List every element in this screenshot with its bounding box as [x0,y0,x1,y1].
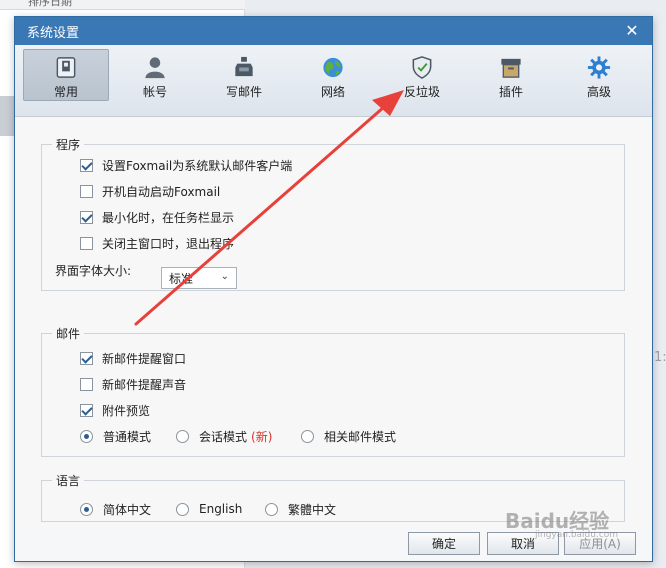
watermark-subtext: jingyan.baidu.com [535,530,619,540]
program-group: 程序 设置Foxmail为系统默认邮件客户端 开机自动启动Foxmail 最小化… [41,136,625,291]
minimize-taskbar-label: 最小化时，在任务栏显示 [102,210,235,225]
tab-network-label: 网络 [320,85,345,99]
advanced-gear-icon [587,56,611,79]
watermark-logo: Baidu经验 jingyan.baidu.com [505,505,655,545]
tab-advanced[interactable]: 高级 [556,50,642,100]
general-settings-icon [56,57,76,78]
font-size-row: 界面字体大小: [55,261,131,279]
option-attachment-preview[interactable]: 附件预览 [80,401,150,419]
mode-normal[interactable]: 普通模式 [80,427,151,445]
background-sort-label: 排序日期 [28,0,72,8]
settings-category-toolbar: 常用 帐号 写邮件 网络 反垃圾 插件 高级 [15,45,652,117]
mode-conversation[interactable]: 会话模式 (新) [176,427,272,445]
lang-traditional-label: 繁體中文 [288,502,337,517]
lang-traditional[interactable]: 繁體中文 [265,500,336,518]
tab-compose-label: 写邮件 [225,85,262,99]
autostart-label: 开机自动启动Foxmail [102,184,221,199]
mode-normal-radio[interactable] [80,429,93,443]
option-new-mail-sound[interactable]: 新邮件提醒声音 [80,375,186,393]
chevron-down-icon: ⌄ [220,271,229,282]
attachment-preview-label: 附件预览 [102,403,151,418]
tab-account[interactable]: 帐号 [112,50,198,100]
option-default-client[interactable]: 设置Foxmail为系统默认邮件客户端 [80,156,292,174]
language-group-title: 语言 [52,472,85,489]
autostart-checkbox[interactable] [80,184,93,198]
lang-simplified-radio[interactable] [80,502,93,516]
settings-content: 程序 设置Foxmail为系统默认邮件客户端 开机自动启动Foxmail 最小化… [15,117,652,529]
tab-antispam-label: 反垃圾 [403,85,440,99]
network-globe-icon [323,57,343,78]
tab-network[interactable]: 网络 [290,50,376,100]
option-minimize-taskbar[interactable]: 最小化时，在任务栏显示 [80,208,234,226]
plugin-box-icon [501,58,521,78]
tab-plugins-label: 插件 [498,85,523,99]
new-feature-tag: (新) [251,429,273,444]
dialog-title: 系统设置 [27,25,80,41]
lang-english-radio[interactable] [176,502,189,516]
tab-account-label: 帐号 [142,85,167,99]
close-exit-label: 关闭主窗口时，退出程序 [102,236,235,251]
mode-normal-label: 普通模式 [103,429,152,444]
lang-simplified[interactable]: 简体中文 [80,500,151,518]
new-mail-window-checkbox[interactable] [80,351,93,365]
mail-group-title: 邮件 [52,325,85,342]
compose-ink-icon [235,56,253,77]
tab-general[interactable]: 常用 [23,49,109,101]
minimize-taskbar-checkbox[interactable] [80,210,93,224]
new-mail-sound-label: 新邮件提醒声音 [102,377,187,392]
tab-antispam[interactable]: 反垃圾 [379,50,465,100]
tab-plugins[interactable]: 插件 [468,50,554,100]
program-group-title: 程序 [52,136,85,153]
new-mail-sound-checkbox[interactable] [80,377,93,391]
system-settings-dialog: 系统设置 ✕ 常用 帐号 写邮件 网络 反垃圾 插件 高级 程序 设置Foxma… [14,16,653,562]
lang-english-label: English [199,502,243,516]
option-autostart[interactable]: 开机自动启动Foxmail [80,182,220,200]
tab-general-label: 常用 [53,85,78,99]
mode-related-label: 相关邮件模式 [324,429,397,444]
lang-traditional-radio[interactable] [265,502,278,516]
tab-advanced-label: 高级 [586,85,611,99]
default-client-label: 设置Foxmail为系统默认邮件客户端 [102,158,293,173]
option-close-exit[interactable]: 关闭主窗口时，退出程序 [80,234,234,252]
account-user-icon [145,57,165,79]
option-new-mail-window[interactable]: 新邮件提醒窗口 [80,349,186,367]
lang-english[interactable]: English [176,500,242,518]
mail-group: 邮件 新邮件提醒窗口 新邮件提醒声音 附件预览 普通模式 会话模式 (新) 相关… [41,325,625,457]
mode-related-radio[interactable] [301,429,314,443]
font-size-label: 界面字体大小: [55,263,132,278]
close-icon[interactable]: ✕ [622,21,642,41]
mode-conversation-label: 会话模式 [199,429,248,444]
close-exit-checkbox[interactable] [80,236,93,250]
new-mail-window-label: 新邮件提醒窗口 [102,351,187,366]
dialog-titlebar: 系统设置 ✕ [15,17,652,45]
font-size-value: 标准 [169,271,194,286]
lang-simplified-label: 简体中文 [103,502,152,517]
background-sort-header: 排序日期 [0,0,245,10]
attachment-preview-checkbox[interactable] [80,403,93,417]
ok-button[interactable]: 确定 [408,532,480,555]
mode-conversation-radio[interactable] [176,429,189,443]
mode-related[interactable]: 相关邮件模式 [301,427,396,445]
antispam-shield-icon [412,56,432,79]
font-size-select[interactable]: 标准 ⌄ [161,267,237,289]
tab-compose[interactable]: 写邮件 [201,50,287,100]
background-number: 1: [654,350,666,365]
default-client-checkbox[interactable] [80,158,93,172]
